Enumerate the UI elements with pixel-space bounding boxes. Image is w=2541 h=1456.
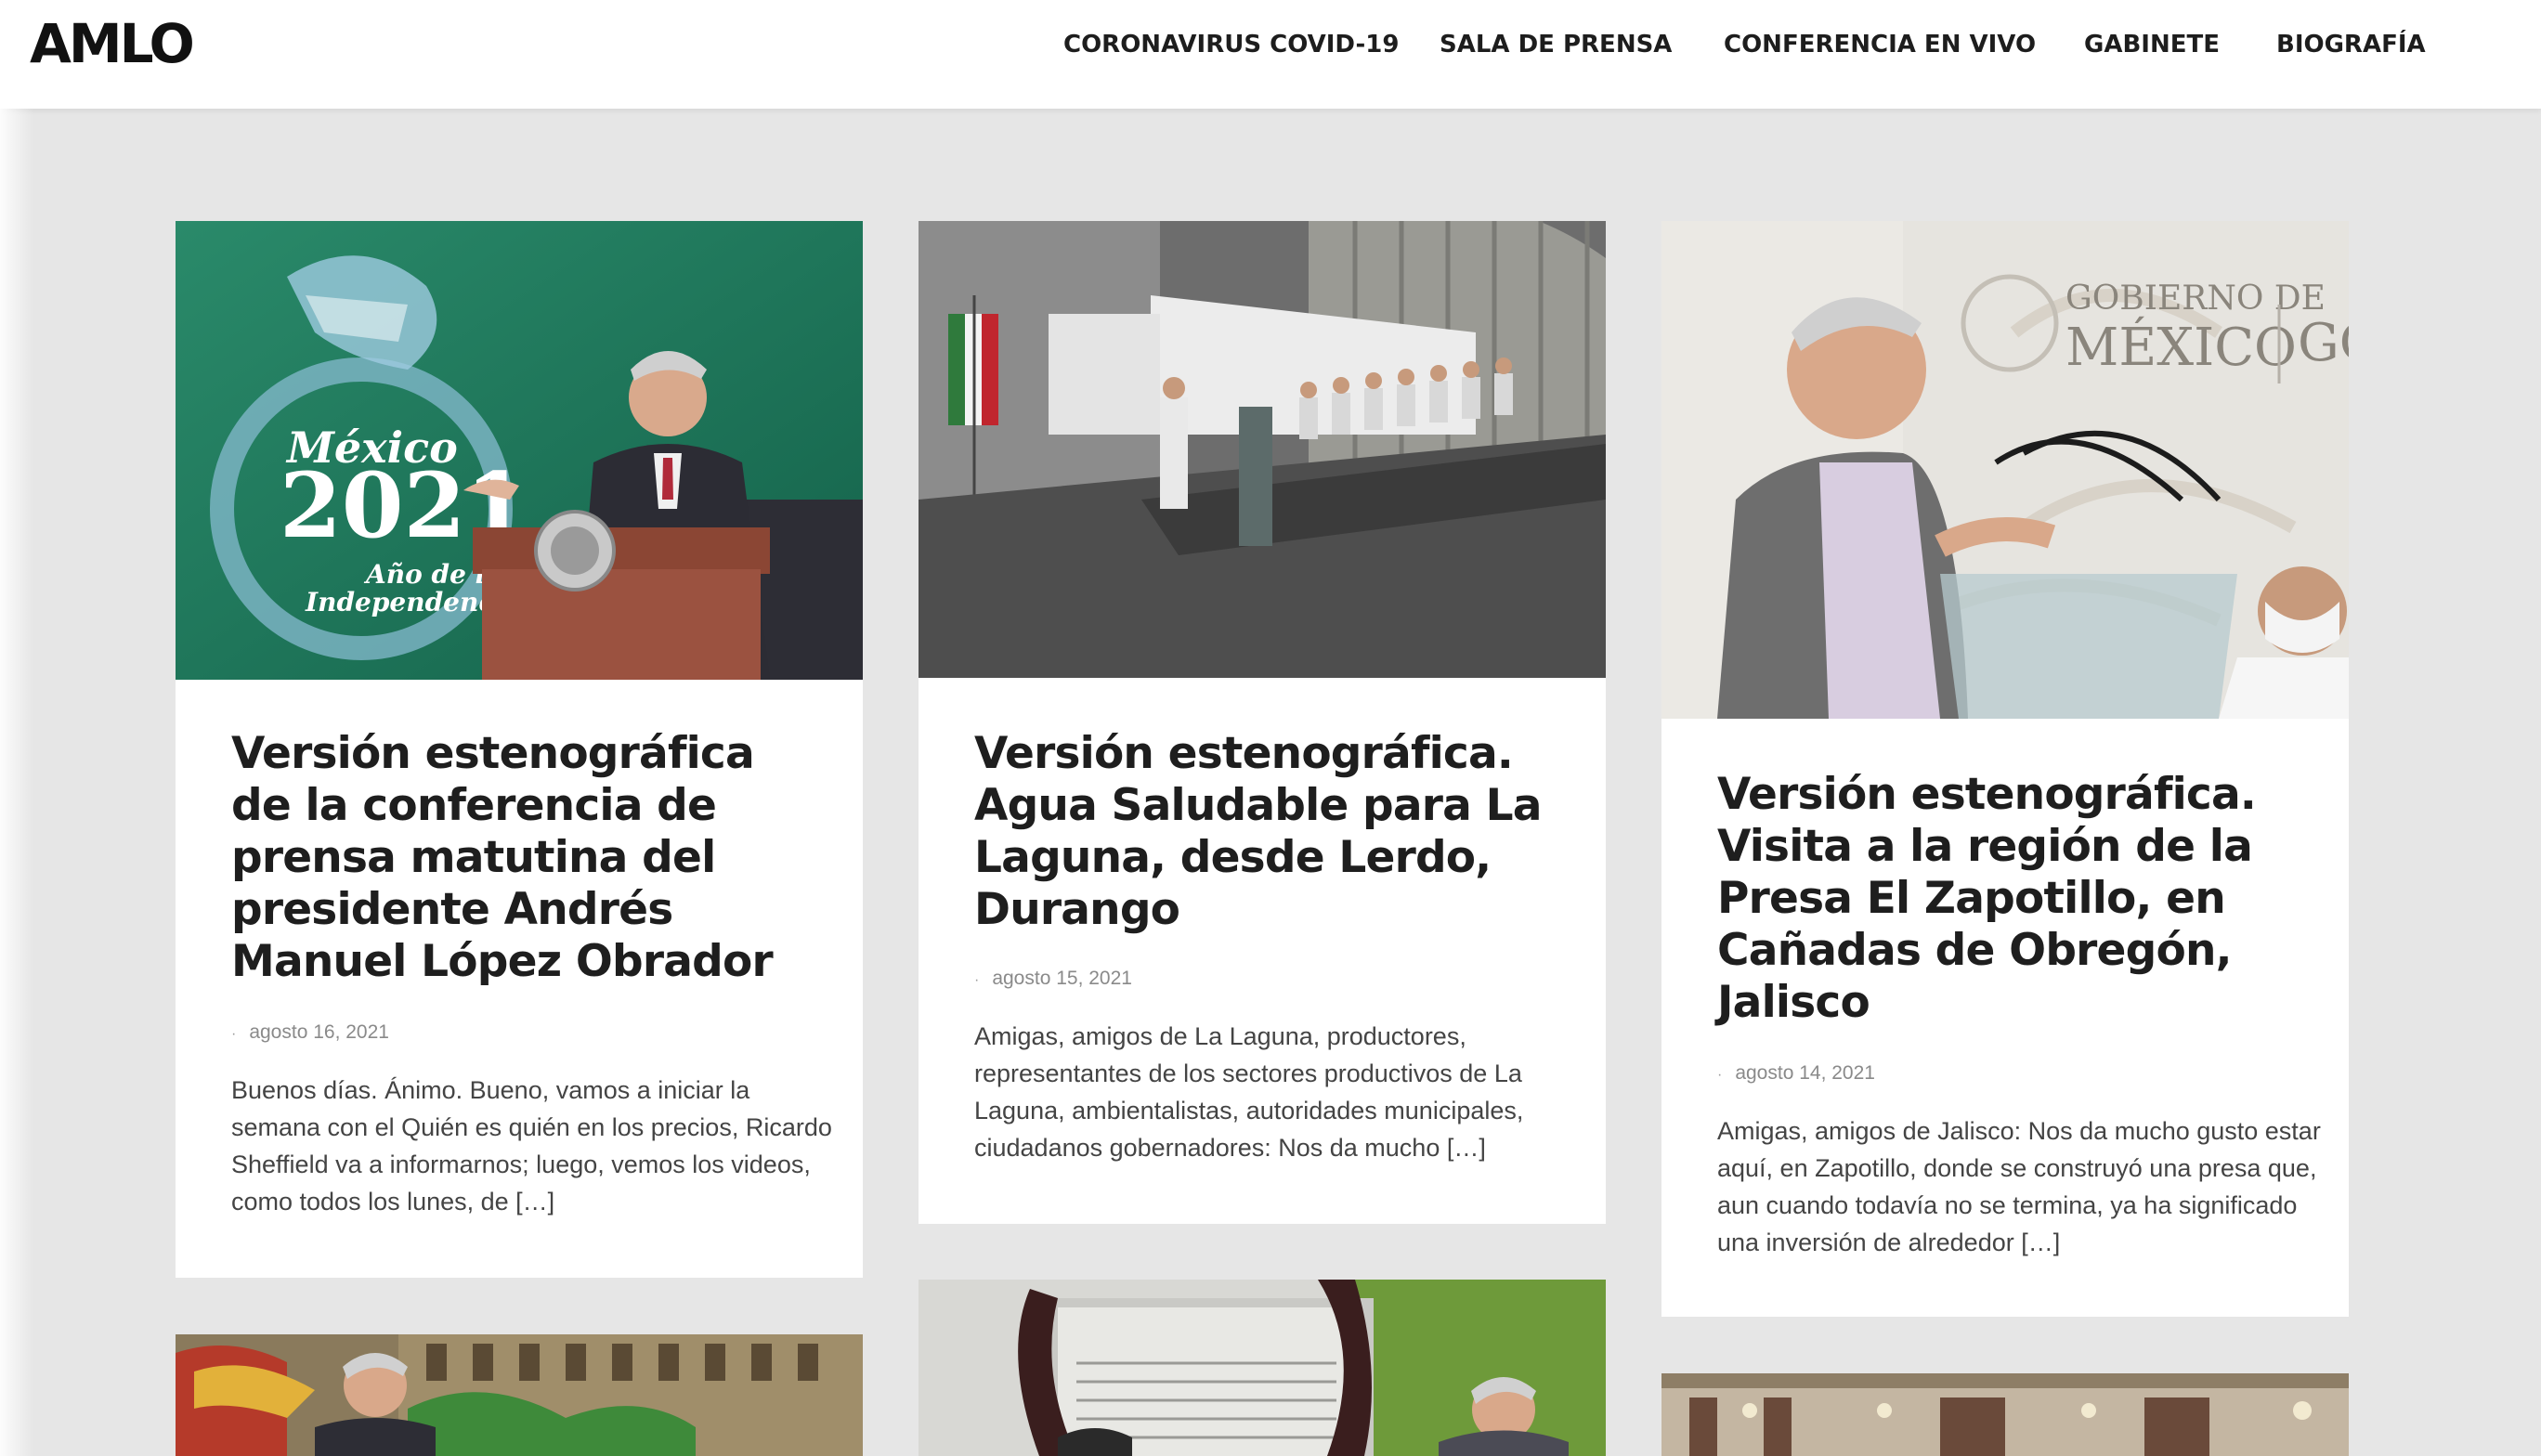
post-card[interactable]: Versión estenográfica. Agua Saludable pa… (919, 221, 1606, 1224)
svg-text:GO: GO (2298, 313, 2349, 373)
meta-dot: · (231, 1026, 237, 1042)
post-card[interactable] (1661, 1373, 2349, 1456)
post-date: · agosto 15, 2021 (974, 966, 1132, 994)
svg-text:GOBIERNO DE: GOBIERNO DE (2065, 280, 2326, 318)
post-excerpt: Amigas, amigos de Jalisco: Nos da mucho … (1717, 1117, 2321, 1256)
post-excerpt: Amigas, amigos de La Laguna, productores… (974, 1022, 1524, 1162)
post-excerpt: Buenos días. Ánimo. Bueno, vamos a inici… (231, 1076, 832, 1216)
post-thumbnail[interactable] (919, 221, 1606, 678)
post-thumbnail[interactable] (1661, 1373, 2349, 1456)
post-thumbnail[interactable] (176, 1334, 863, 1456)
svg-text:MÉXICO: MÉXICO (2065, 316, 2297, 378)
nav-item-conferencia-en-vivo[interactable]: CONFERENCIA EN VIVO (1724, 30, 2036, 59)
plaque-unveiling-photo (919, 1280, 1606, 1456)
post-title[interactable]: Versión estenográfica de la conferencia … (231, 728, 826, 988)
podium-speech-photo: GOBIERNO DE MÉXICO GO (1661, 221, 2349, 719)
post-thumbnail[interactable]: GOBIERNO DE MÉXICO GO (1661, 221, 2349, 719)
nav-item-gabinete[interactable]: GABINETE (2084, 30, 2220, 59)
post-date: · agosto 16, 2021 (231, 1020, 389, 1047)
post-thumbnail[interactable]: México 2021 Año de la Independencia (176, 221, 863, 680)
palace-photo (176, 1334, 863, 1456)
conference-photo: México 2021 Año de la Independencia (176, 221, 863, 680)
site-header: AMLO CORONAVIRUS COVID-19 SALA DE PRENSA… (0, 0, 2541, 109)
post-card[interactable]: México 2021 Año de la Independencia Vers… (176, 221, 863, 1278)
post-card[interactable] (919, 1280, 1606, 1456)
post-thumbnail[interactable] (919, 1280, 1606, 1456)
post-date-text: agosto 16, 2021 (249, 1021, 389, 1043)
post-card[interactable] (176, 1334, 863, 1456)
nav-item-sala-de-prensa[interactable]: SALA DE PRENSA (1440, 30, 1672, 59)
post-title[interactable]: Versión estenográfica. Agua Saludable pa… (974, 728, 1569, 936)
nav-item-coronavirus[interactable]: CORONAVIRUS COVID-19 (1063, 30, 1399, 59)
post-card[interactable]: GOBIERNO DE MÉXICO GO Versión estenográf… (1661, 221, 2349, 1317)
post-title[interactable]: Versión estenográfica. Visita a la regió… (1717, 769, 2312, 1029)
meta-dot: · (974, 972, 980, 988)
site-logo[interactable]: AMLO (30, 11, 195, 76)
post-date-text: agosto 15, 2021 (992, 968, 1132, 989)
meta-dot: · (1717, 1067, 1723, 1083)
palace-facade-photo (1661, 1373, 2349, 1456)
page-edge-shade (0, 109, 33, 1456)
nav-item-biografia[interactable]: BIOGRAFÍA (2276, 30, 2426, 59)
post-date: · agosto 14, 2021 (1717, 1060, 1875, 1088)
event-stage-photo (919, 221, 1606, 678)
post-date-text: agosto 14, 2021 (1735, 1062, 1875, 1084)
